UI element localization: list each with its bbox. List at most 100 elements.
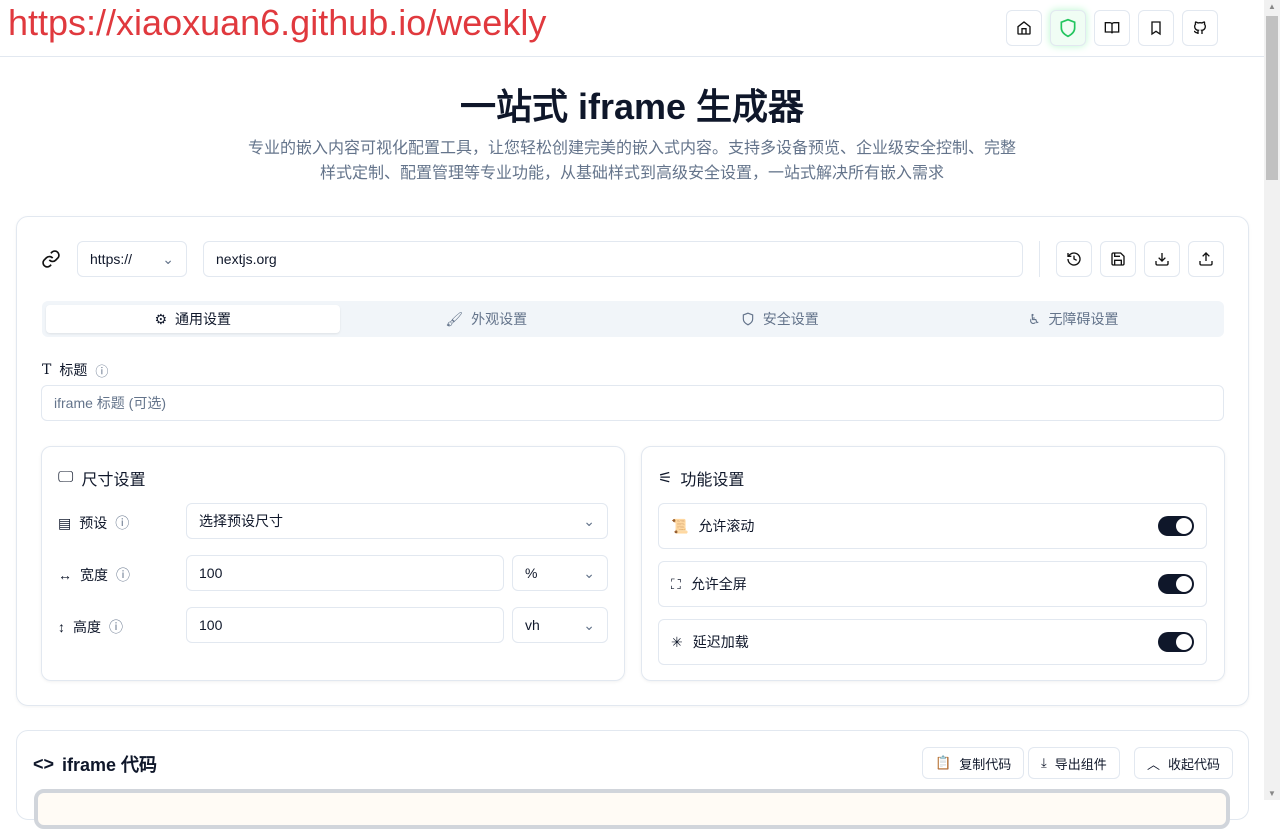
label-text: 标题: [59, 362, 88, 378]
info-icon[interactable]: ⓘ: [109, 617, 123, 637]
subtitle-line: 样式定制、配置管理等专业功能，从基础样式到高级安全设置，一站式解决所有嵌入需求: [319, 165, 944, 182]
layout-icon: ▤: [58, 514, 72, 531]
docs-button[interactable]: [1094, 10, 1130, 46]
button-label: 导出组件: [1054, 756, 1107, 772]
info-icon[interactable]: ⓘ: [95, 361, 108, 380]
page-title: 一站式 iframe 生成器: [459, 86, 805, 127]
height-unit-select[interactable]: vh ⌄: [512, 607, 608, 643]
tab-accessibility[interactable]: ♿ 无障碍设置: [927, 305, 1221, 333]
height-value: 100: [199, 617, 223, 633]
collapse-code-button[interactable]: ︿ 收起代码: [1134, 747, 1234, 779]
title-label: T 标题 ⓘ: [42, 360, 108, 380]
preset-select[interactable]: 选择预设尺寸 ⌄: [186, 503, 608, 539]
bookmark-icon: [1151, 21, 1161, 36]
scroll-toggle[interactable]: [1158, 516, 1194, 536]
fullscreen-icon: ⛶: [671, 575, 681, 592]
settings-tabs: ⚙ 通用设置 🖌 外观设置 安全设置 ♿ 无障碍设置: [42, 301, 1224, 337]
link-icon: [42, 250, 60, 268]
title-input[interactable]: iframe 标题 (可选): [41, 385, 1224, 421]
chevron-down-icon: ⌄: [583, 564, 595, 581]
preset-label: ▤ 预设 ⓘ: [58, 513, 129, 533]
divider: [1039, 241, 1040, 277]
history-icon: [1067, 252, 1081, 266]
feature-lazy-load: ✳ 延迟加载: [658, 619, 1207, 665]
scroll-icon: 📜: [671, 517, 689, 534]
fullscreen-toggle[interactable]: [1158, 574, 1194, 594]
security-button[interactable]: [1050, 10, 1086, 46]
code-block: [34, 789, 1230, 829]
chevron-down-icon: ⌄: [583, 616, 595, 633]
save-button[interactable]: [1100, 241, 1136, 277]
tab-security[interactable]: 安全设置: [633, 305, 927, 333]
page-scrollbar[interactable]: ▲ ▼: [1264, 0, 1280, 800]
chevron-down-icon: ⌄: [162, 250, 174, 267]
feature-label: 延迟加载: [692, 634, 749, 650]
heading-text: iframe 代码: [62, 755, 158, 775]
feature-label: 允许滚动: [698, 518, 755, 534]
tab-label: 外观设置: [471, 311, 528, 327]
button-label: 复制代码: [959, 756, 1012, 772]
preset-value: 选择预设尺寸: [199, 513, 283, 529]
loader-icon: ✳: [671, 633, 683, 650]
size-heading: 🖵 尺寸设置: [58, 466, 145, 490]
book-icon: [1104, 22, 1120, 34]
config-card: https:// ⌄ nextjs.org ⚙ 通用设置 🖌 外观设置 安全设置 ♿ 无…: [16, 216, 1249, 706]
github-button[interactable]: [1182, 10, 1218, 46]
heading-text: 功能设置: [680, 472, 745, 489]
gear-icon: ⚙: [154, 310, 168, 327]
width-unit-select[interactable]: % ⌄: [512, 555, 608, 591]
shield-icon: [742, 312, 753, 326]
bookmark-button[interactable]: [1138, 10, 1174, 46]
width-input[interactable]: 100: [186, 555, 504, 591]
chevron-up-icon: ︿: [1147, 756, 1161, 772]
url-input[interactable]: nextjs.org: [203, 241, 1023, 277]
download-icon: ⤓: [1041, 755, 1047, 770]
save-icon: [1111, 252, 1125, 266]
feature-label: 允许全屏: [690, 576, 747, 592]
upload-icon: [1199, 252, 1213, 266]
feature-heading: ⚟ 功能设置: [658, 466, 744, 490]
upload-button[interactable]: [1188, 241, 1224, 277]
tab-label: 安全设置: [762, 311, 819, 327]
export-component-button[interactable]: ⤓ 导出组件: [1028, 747, 1120, 779]
unit-value: %: [525, 565, 538, 581]
tab-general[interactable]: ⚙ 通用设置: [46, 305, 340, 333]
url-value: nextjs.org: [216, 251, 277, 267]
download-icon: [1155, 253, 1169, 266]
protocol-select[interactable]: https:// ⌄: [77, 241, 187, 277]
lazy-load-toggle[interactable]: [1158, 632, 1194, 652]
label-text: 宽度: [80, 567, 108, 583]
brush-icon: 🖌: [445, 310, 464, 327]
tab-appearance[interactable]: 🖌 外观设置: [340, 305, 634, 333]
feature-fullscreen: ⛶ 允许全屏: [658, 561, 1207, 607]
info-icon[interactable]: ⓘ: [115, 513, 129, 533]
button-label: 收起代码: [1168, 756, 1221, 772]
sliders-icon: ⚟: [658, 470, 673, 487]
home-button[interactable]: [1006, 10, 1042, 46]
heading-text: 尺寸设置: [81, 472, 146, 489]
history-button[interactable]: [1056, 241, 1092, 277]
arrow-left-right-icon: ↔: [58, 567, 72, 583]
download-button[interactable]: [1144, 241, 1180, 277]
accessibility-icon: ♿: [1027, 310, 1041, 327]
shield-icon: [1060, 18, 1076, 38]
height-input[interactable]: 100: [186, 607, 504, 643]
feature-settings-panel: ⚟ 功能设置 📜 允许滚动 ⛶ 允许全屏 ✳ 延迟加载: [641, 446, 1225, 681]
clipboard-icon: 📋: [935, 755, 952, 770]
page-subtitle: 专业的嵌入内容可视化配置工具，让您轻松创建完美的嵌入式内容。支持多设备预览、企业…: [240, 136, 1024, 186]
text-icon: T: [42, 362, 52, 378]
github-icon: [1193, 21, 1207, 34]
code-icon: <>: [33, 753, 55, 774]
tab-label: 通用设置: [175, 311, 232, 327]
copy-code-button[interactable]: 📋 复制代码: [922, 747, 1025, 779]
height-label: ↕ 高度 ⓘ: [58, 617, 123, 637]
width-label: ↔ 宽度 ⓘ: [58, 565, 130, 585]
arrow-up-down-icon: ↕: [58, 619, 65, 635]
code-heading: <> iframe 代码: [33, 751, 157, 777]
home-icon: [1017, 21, 1031, 35]
unit-value: vh: [525, 617, 540, 633]
protocol-value: https://: [90, 251, 133, 267]
info-icon[interactable]: ⓘ: [116, 565, 130, 585]
size-settings-panel: 🖵 尺寸设置 ▤ 预设 ⓘ 选择预设尺寸 ⌄ ↔ 宽度 ⓘ 100 % ⌄ ↕ 高度 ⓘ 100 …: [41, 446, 625, 681]
watermark-url: https://xiaoxuan6.github.io/weekly: [8, 2, 547, 43]
